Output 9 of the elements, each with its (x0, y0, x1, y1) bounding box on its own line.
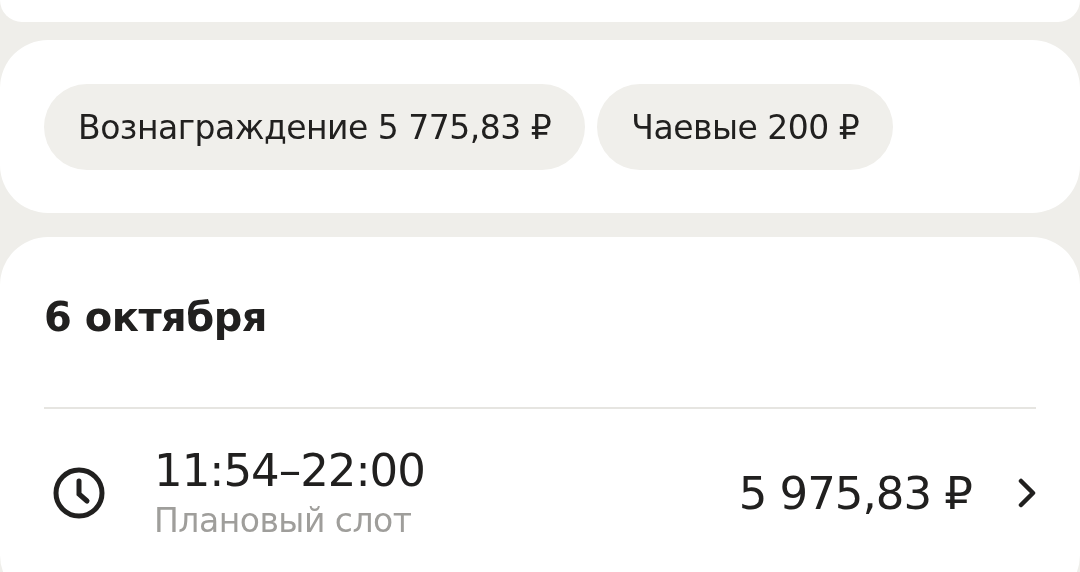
slot-amount: 5 975,83 ₽ (738, 466, 972, 520)
clock-icon (52, 466, 106, 520)
amount-chip: Чаевые 200 ₽ (597, 84, 894, 170)
time-range: 11:54–22:00 (154, 443, 426, 499)
slot-row[interactable]: 11:54–22:00 Плановый слот 5 975,83 ₽ (44, 409, 1036, 563)
slot-type: Плановый слот (154, 500, 413, 542)
day-date: 6 октября (44, 293, 268, 341)
chevron-right-icon[interactable] (1018, 478, 1036, 508)
amount-chip: Вознаграждение 5 775,83 ₽ (44, 84, 586, 170)
